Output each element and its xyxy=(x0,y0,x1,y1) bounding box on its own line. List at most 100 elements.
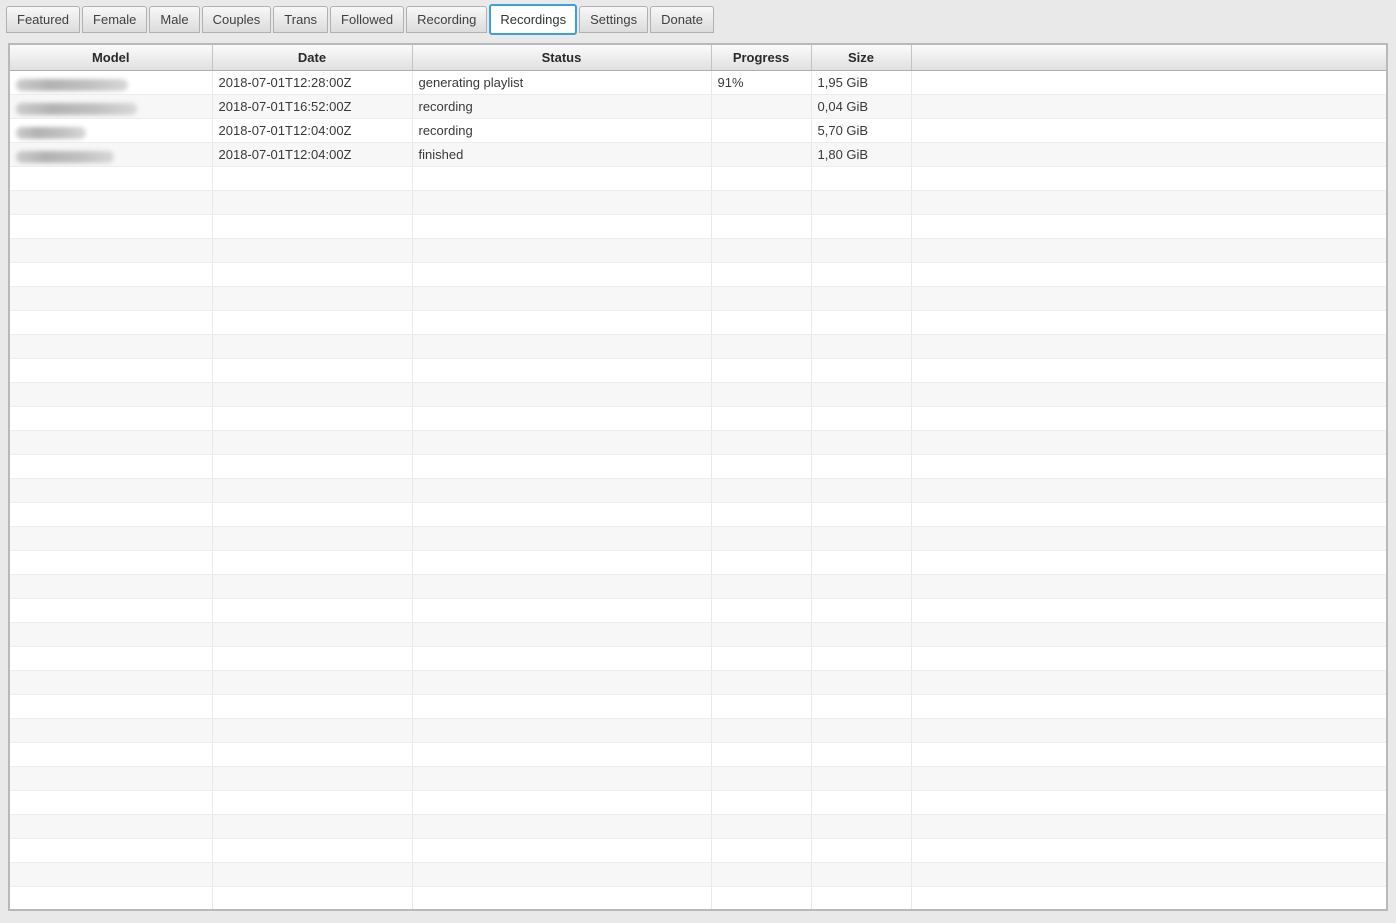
cell-progress xyxy=(711,143,811,167)
cell-size xyxy=(811,623,911,647)
cell-progress xyxy=(711,719,811,743)
cell-date xyxy=(212,335,412,359)
empty-table-row xyxy=(10,479,1386,503)
cell-date xyxy=(212,743,412,767)
cell-status xyxy=(412,743,711,767)
cell-size xyxy=(811,167,911,191)
empty-table-row xyxy=(10,695,1386,719)
cell-status xyxy=(412,575,711,599)
tab-female[interactable]: Female xyxy=(82,6,147,33)
empty-table-row xyxy=(10,815,1386,839)
cell-model xyxy=(10,263,212,287)
cell-model xyxy=(10,695,212,719)
cell-progress xyxy=(711,215,811,239)
tab-male[interactable]: Male xyxy=(149,6,199,33)
cell-extra xyxy=(911,887,1386,911)
cell-status xyxy=(412,407,711,431)
table-row[interactable]: 2018-07-01T12:28:00Zgenerating playlist9… xyxy=(10,71,1386,95)
cell-model xyxy=(10,455,212,479)
cell-date xyxy=(212,431,412,455)
cell-progress: 91% xyxy=(711,71,811,95)
cell-extra xyxy=(911,119,1386,143)
cell-date xyxy=(212,887,412,911)
table-row[interactable]: 2018-07-01T12:04:00Zrecording5,70 GiB xyxy=(10,119,1386,143)
column-header-model[interactable]: Model xyxy=(10,45,212,71)
cell-model xyxy=(10,407,212,431)
column-header-status[interactable]: Status xyxy=(412,45,711,71)
tab-featured[interactable]: Featured xyxy=(6,6,80,33)
cell-date xyxy=(212,839,412,863)
cell-size xyxy=(811,287,911,311)
cell-model xyxy=(10,623,212,647)
cell-progress xyxy=(711,815,811,839)
tab-recordings[interactable]: Recordings xyxy=(489,4,577,35)
cell-date xyxy=(212,503,412,527)
recordings-table: Model Date Status Progress Size 2018-07-… xyxy=(10,45,1386,911)
cell-date xyxy=(212,167,412,191)
tab-recording[interactable]: Recording xyxy=(406,6,487,33)
cell-extra xyxy=(911,335,1386,359)
cell-status xyxy=(412,359,711,383)
cell-date xyxy=(212,719,412,743)
column-header-progress[interactable]: Progress xyxy=(711,45,811,71)
cell-extra xyxy=(911,599,1386,623)
cell-size xyxy=(811,695,911,719)
empty-table-row xyxy=(10,287,1386,311)
table-row[interactable]: 2018-07-01T16:52:00Zrecording0,04 GiB xyxy=(10,95,1386,119)
empty-table-row xyxy=(10,671,1386,695)
tab-bar: FeaturedFemaleMaleCouplesTransFollowedRe… xyxy=(6,4,1390,42)
empty-table-row xyxy=(10,383,1386,407)
cell-status: finished xyxy=(412,143,711,167)
cell-status xyxy=(412,215,711,239)
cell-status xyxy=(412,191,711,215)
tab-settings[interactable]: Settings xyxy=(579,6,648,33)
tab-followed[interactable]: Followed xyxy=(330,6,404,33)
cell-size xyxy=(811,239,911,263)
cell-model xyxy=(10,215,212,239)
cell-date xyxy=(212,311,412,335)
redacted-model-name xyxy=(16,79,128,91)
empty-table-row xyxy=(10,311,1386,335)
cell-extra xyxy=(911,767,1386,791)
empty-table-row xyxy=(10,359,1386,383)
cell-progress xyxy=(711,431,811,455)
cell-status xyxy=(412,791,711,815)
column-header-extra[interactable] xyxy=(911,45,1386,71)
column-header-date[interactable]: Date xyxy=(212,45,412,71)
cell-size: 5,70 GiB xyxy=(811,119,911,143)
cell-progress xyxy=(711,335,811,359)
table-body: 2018-07-01T12:28:00Zgenerating playlist9… xyxy=(10,71,1386,911)
tab-couples[interactable]: Couples xyxy=(202,6,272,33)
cell-status xyxy=(412,455,711,479)
empty-table-row xyxy=(10,335,1386,359)
cell-status xyxy=(412,815,711,839)
cell-date xyxy=(212,383,412,407)
cell-model xyxy=(10,287,212,311)
cell-date xyxy=(212,359,412,383)
cell-date xyxy=(212,215,412,239)
cell-extra xyxy=(911,479,1386,503)
cell-size xyxy=(811,647,911,671)
cell-size xyxy=(811,815,911,839)
cell-model xyxy=(10,863,212,887)
cell-date xyxy=(212,239,412,263)
cell-progress xyxy=(711,791,811,815)
cell-size xyxy=(811,431,911,455)
tab-donate[interactable]: Donate xyxy=(650,6,714,33)
cell-extra xyxy=(911,359,1386,383)
cell-model xyxy=(10,671,212,695)
cell-progress xyxy=(711,527,811,551)
cell-date xyxy=(212,551,412,575)
column-header-size[interactable]: Size xyxy=(811,45,911,71)
empty-table-row xyxy=(10,503,1386,527)
cell-status xyxy=(412,479,711,503)
table-row[interactable]: 2018-07-01T12:04:00Zfinished1,80 GiB xyxy=(10,143,1386,167)
tab-trans[interactable]: Trans xyxy=(273,6,328,33)
cell-status xyxy=(412,887,711,911)
cell-extra xyxy=(911,143,1386,167)
cell-model xyxy=(10,743,212,767)
cell-size xyxy=(811,479,911,503)
cell-progress xyxy=(711,239,811,263)
cell-extra xyxy=(911,95,1386,119)
cell-size xyxy=(811,311,911,335)
